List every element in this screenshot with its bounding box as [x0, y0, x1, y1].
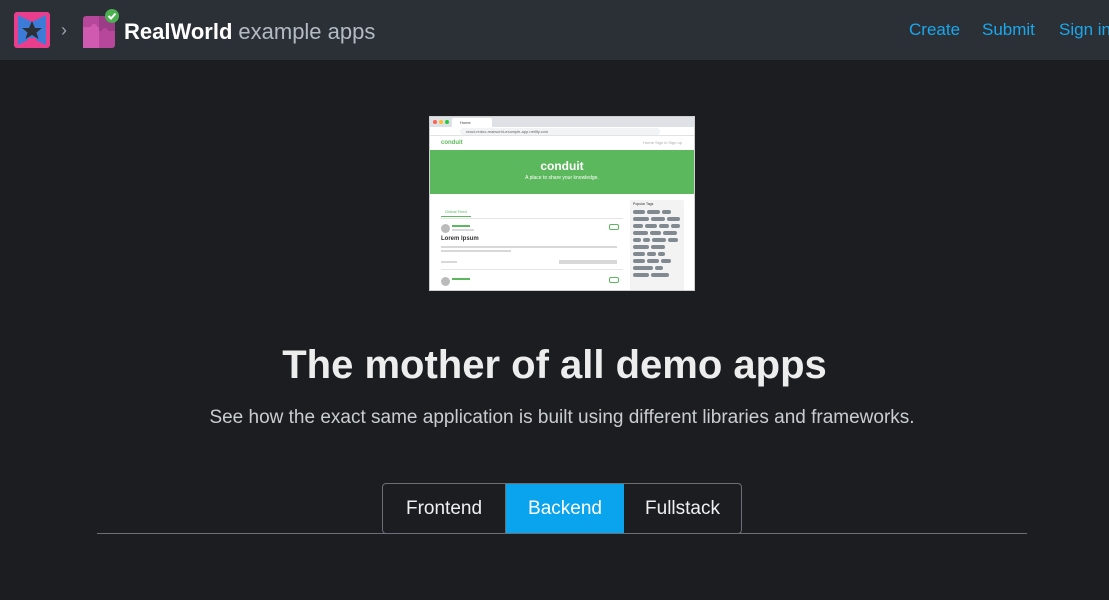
preview-feed-tab: Global Feed	[441, 207, 471, 217]
preview-avatar	[441, 224, 450, 233]
tabs-divider	[97, 533, 1027, 534]
preview-nav-links: Home Sign in Sign up	[643, 140, 682, 145]
preview-url-bar: react-redux-realworld-example-app.netlif…	[430, 127, 694, 136]
app-preview-screenshot: Home react-redux-realworld-example-app.n…	[429, 116, 695, 291]
preview-app-name: conduit	[441, 140, 463, 146]
top-bar: › RealWorld example apps Create Submit Si…	[0, 0, 1109, 60]
preview-feed: Global Feed Lorem Ipsum	[441, 200, 623, 289]
preview-banner: conduit A place to share your knowledge.	[430, 150, 694, 194]
preview-banner-subtitle: A place to share your knowledge.	[525, 175, 599, 181]
hero-subtitle: See how the exact same application is bu…	[209, 407, 915, 428]
tab-frontend[interactable]: Frontend	[383, 484, 506, 533]
preview-body: Global Feed Lorem Ipsum Popular Tags	[430, 194, 694, 290]
nav-create-link[interactable]: Create	[909, 19, 960, 41]
preview-banner-title: conduit	[540, 159, 584, 173]
preview-tab-title: Home	[452, 118, 492, 127]
preview-navbar: conduit Home Sign in Sign up	[430, 136, 694, 150]
preview-article-title: Lorem Ipsum	[441, 236, 479, 242]
tab-fullstack[interactable]: Fullstack	[624, 484, 741, 533]
preview-browser-chrome: Home	[430, 117, 694, 127]
tab-backend[interactable]: Backend	[506, 484, 624, 533]
preview-popular-tags: Popular Tags	[630, 200, 684, 290]
preview-url: react-redux-realworld-example-app.netlif…	[460, 128, 660, 135]
category-tabs: Frontend Backend Fullstack	[382, 483, 742, 534]
top-nav: Create Submit Sign in	[0, 19, 1109, 41]
preview-sidebar-heading: Popular Tags	[633, 202, 654, 206]
nav-sign-in-link[interactable]: Sign in	[1059, 19, 1109, 41]
nav-submit-link[interactable]: Submit	[982, 19, 1035, 41]
hero-title: The mother of all demo apps	[282, 343, 827, 387]
